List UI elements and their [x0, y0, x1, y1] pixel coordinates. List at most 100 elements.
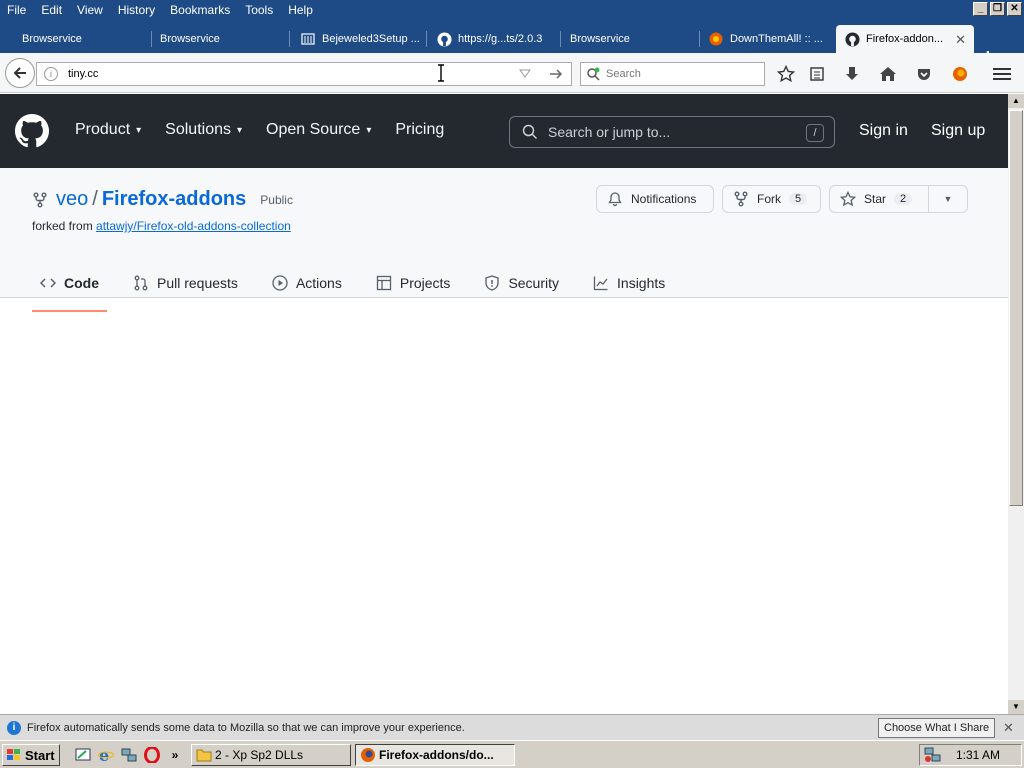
sign-in-link[interactable]: Sign in: [859, 122, 908, 140]
show-desktop-icon[interactable]: [74, 746, 92, 764]
navigation-toolbar: i: [0, 53, 1024, 93]
info-icon[interactable]: i: [44, 67, 58, 81]
vertical-scrollbar[interactable]: ▲ ▼: [1008, 94, 1024, 714]
tab-code[interactable]: Code: [32, 268, 107, 312]
tab-bar: Browservice Browservice Bejeweled3Setup …: [0, 20, 1024, 67]
web-content: Product ▾ Solutions ▾ Open Source ▾ Pricing…: [0, 94, 1008, 714]
clock[interactable]: 1:31 AM: [956, 748, 1000, 762]
data-collection-notification: i Firefox automatically sends some data …: [0, 714, 1024, 740]
quick-launch-overflow[interactable]: »: [166, 746, 184, 764]
tab-bejeweled[interactable]: Bejeweled3Setup ...: [292, 25, 427, 53]
fork-count: 5: [789, 193, 808, 205]
home-icon[interactable]: [879, 65, 897, 83]
close-tab-icon[interactable]: ✕: [955, 32, 966, 48]
github-main-nav: Product ▾ Solutions ▾ Open Source ▾ Pricing: [75, 121, 468, 139]
search-placeholder: Search or jump to...: [548, 124, 671, 140]
star-icon: [840, 191, 856, 207]
back-button[interactable]: [5, 58, 35, 88]
repo-nav-tabs: Code Pull requests Actions Projects Secu…: [32, 268, 691, 312]
tab-label: Browservice: [160, 33, 220, 45]
search-icon: [587, 67, 600, 81]
forked-from-link[interactable]: attawjy/Firefox-old-addons-collection: [96, 219, 291, 233]
maximize-button[interactable]: ❐: [990, 2, 1005, 16]
start-button[interactable]: Start: [2, 744, 60, 766]
search-bar[interactable]: [580, 62, 765, 86]
menu-tools[interactable]: Tools: [238, 3, 281, 17]
internet-explorer-icon[interactable]: e: [97, 746, 115, 764]
menu-history[interactable]: History: [111, 3, 163, 17]
menu-help[interactable]: Help: [281, 3, 321, 17]
search-input[interactable]: [606, 68, 756, 80]
repo-title: veo / Firefox-addons Public: [32, 188, 293, 211]
repo-name-link[interactable]: Firefox-addons: [102, 188, 246, 211]
tab-browservice-2[interactable]: Browservice: [152, 25, 290, 53]
tab-projects[interactable]: Projects: [368, 268, 459, 298]
star-dropdown-button[interactable]: ▼: [928, 185, 968, 213]
taskbar-button-firefox[interactable]: Firefox-addons/do...: [355, 744, 515, 766]
reading-list-icon[interactable]: [808, 65, 826, 83]
tab-browservice-3[interactable]: Browservice: [562, 25, 700, 53]
visibility-badge: Public: [260, 192, 293, 207]
dropdown-arrow-icon[interactable]: [519, 69, 531, 79]
table-icon: [376, 275, 392, 291]
tab-firefox-addons-active[interactable]: Firefox-addon... ✕: [836, 25, 974, 53]
nav-pricing[interactable]: Pricing: [395, 121, 444, 139]
firefox-account-icon[interactable]: [951, 65, 969, 83]
tab-label: https://g...ts/2.0.3: [458, 33, 543, 45]
opera-icon[interactable]: [143, 746, 161, 764]
repo-owner-link[interactable]: veo: [56, 188, 88, 211]
windows-logo-icon: [7, 749, 20, 760]
star-button[interactable]: Star 2: [829, 185, 929, 213]
choose-what-i-share-button[interactable]: Choose What I Share: [878, 718, 996, 738]
github-icon: [844, 31, 860, 47]
tab-label: Browservice: [22, 33, 82, 45]
tab-insights[interactable]: Insights: [585, 268, 673, 298]
nav-product[interactable]: Product ▾: [75, 121, 141, 139]
github-search-input[interactable]: Search or jump to... /: [509, 116, 835, 148]
sign-up-link[interactable]: Sign up: [931, 122, 985, 140]
url-input[interactable]: [68, 68, 468, 80]
scroll-down-arrow-icon[interactable]: ▼: [1008, 700, 1024, 714]
tab-browservice-1[interactable]: Browservice: [14, 25, 152, 53]
firefox-icon: [361, 748, 375, 762]
url-bar[interactable]: i: [36, 62, 572, 86]
tab-github-release[interactable]: https://g...ts/2.0.3: [428, 25, 561, 53]
menu-bookmarks[interactable]: Bookmarks: [163, 3, 238, 17]
github-logo-icon[interactable]: [15, 114, 49, 151]
chevron-down-icon: ▾: [237, 124, 243, 136]
close-notification-icon[interactable]: ✕: [1003, 720, 1014, 736]
info-icon: i: [7, 720, 21, 735]
github-icon: [436, 31, 452, 47]
tab-downthemall[interactable]: DownThemAll! :: ...: [700, 25, 833, 53]
chevron-down-icon: ▾: [366, 124, 372, 136]
pocket-icon[interactable]: [915, 65, 933, 83]
notifications-button[interactable]: Notifications: [596, 185, 714, 213]
scroll-up-arrow-icon[interactable]: ▲: [1008, 94, 1024, 108]
archive-icon: [300, 31, 316, 47]
nav-open-source[interactable]: Open Source ▾: [266, 121, 371, 139]
bookmark-star-icon[interactable]: [777, 65, 795, 83]
menu-view[interactable]: View: [70, 3, 111, 17]
text-cursor-icon: [438, 64, 444, 82]
go-arrow-icon[interactable]: [549, 67, 563, 81]
fork-button[interactable]: Fork 5: [722, 185, 821, 213]
shield-icon: [485, 275, 500, 291]
network-icon[interactable]: [120, 746, 138, 764]
taskbar-button-xp-sp2-dlls[interactable]: 2 - Xp Sp2 DLLs: [191, 744, 351, 766]
tab-pull-requests[interactable]: Pull requests: [125, 268, 246, 298]
play-circle-icon: [272, 275, 288, 291]
scrollbar-thumb[interactable]: [1009, 110, 1023, 506]
nav-solutions[interactable]: Solutions ▾: [165, 121, 242, 139]
menu-file[interactable]: File: [0, 3, 34, 17]
network-tray-icon[interactable]: [924, 747, 942, 763]
close-window-button[interactable]: ✕: [1007, 2, 1022, 16]
menu-edit[interactable]: Edit: [34, 3, 70, 17]
tab-security[interactable]: Security: [476, 268, 567, 298]
svg-text:e: e: [99, 747, 109, 763]
hamburger-menu-icon[interactable]: [993, 65, 1011, 83]
tab-label: DownThemAll! :: ...: [730, 33, 823, 45]
download-icon[interactable]: [843, 65, 861, 83]
tab-actions[interactable]: Actions: [264, 268, 350, 298]
minimize-button[interactable]: _: [973, 2, 988, 16]
github-header: Product ▾ Solutions ▾ Open Source ▾ Pricing…: [0, 94, 1008, 168]
